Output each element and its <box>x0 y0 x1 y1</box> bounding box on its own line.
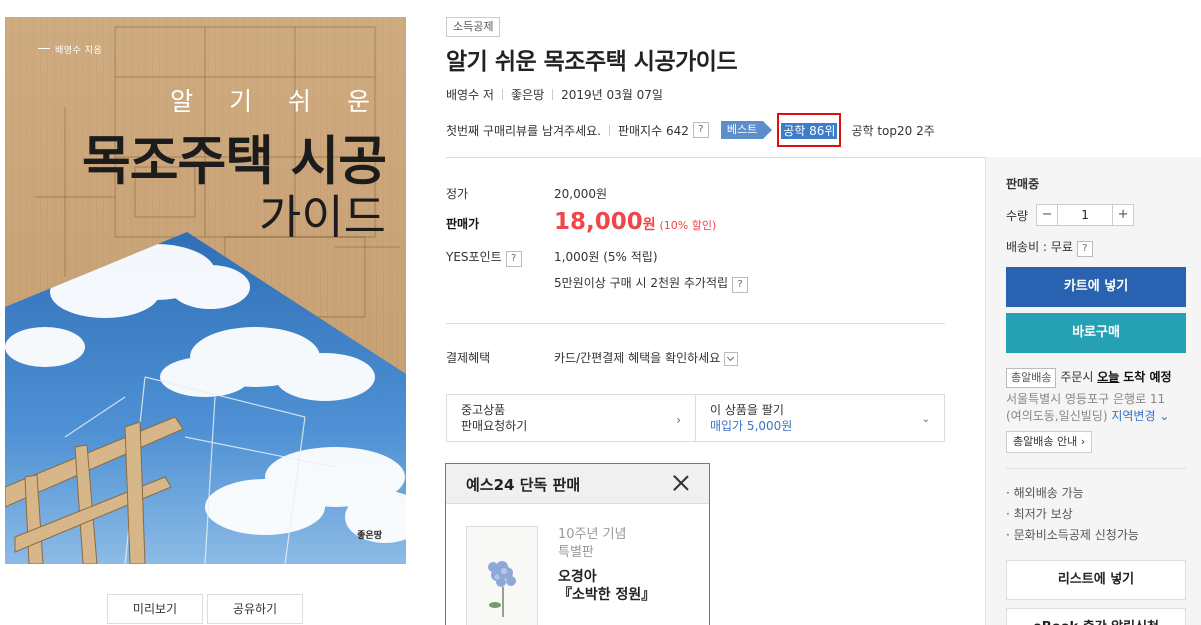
book-title: 알기 쉬운 목조주택 시공가이드 <box>446 49 738 75</box>
express-delivery-chip: 총알배송 <box>1006 368 1057 388</box>
cover-sky-photo <box>5 232 406 564</box>
promo-annotation-1: 10주년 기념 <box>558 527 627 542</box>
category-top20: 공학 top20 2주 <box>851 123 935 138</box>
discount-rate: (10% 할인) <box>659 219 717 232</box>
used-sell-request[interactable]: 중고상품 판매요청하기 › <box>447 395 695 441</box>
delivery-address: 서울특별시 영등포구 은행로 11 (여의도동,일신빌딩) 지역변경 ⌄ <box>1006 391 1191 425</box>
help-icon[interactable]: ? <box>505 251 522 267</box>
benefit-item: · 문화비소득공제 신청가능 <box>1006 528 1139 542</box>
cover-publisher: 좋은땅 <box>357 531 382 541</box>
benefit-item: · 최저가 보상 <box>1006 507 1073 521</box>
payment-value: 카드/간편결제 혜택을 확인하세요 <box>554 351 721 365</box>
add-to-list-button[interactable]: 리스트에 넣기 <box>1006 560 1186 600</box>
review-rank-row: 첫번째 구매리뷰를 남겨주세요. 판매지수 642 ? 베스트 공학 86위 공… <box>446 113 935 147</box>
buy-now-button[interactable]: 바로구매 <box>1006 313 1186 353</box>
promo-book-cover[interactable] <box>466 526 538 625</box>
point-value: 1,000원 (5% 적립) <box>554 250 658 264</box>
delivery-today: 오늘 <box>1097 370 1120 384</box>
share-button[interactable]: 공유하기 <box>207 594 303 624</box>
address-line2: (여의도동,일신빌딩) <box>1006 409 1108 423</box>
payment-benefit-row: 결제혜택 카드/간편결제 혜택을 확인하세요 <box>446 349 739 366</box>
quantity-label: 수량 <box>1006 208 1029 223</box>
quantity-stepper: − 1 + <box>1036 204 1135 226</box>
divider <box>446 323 945 324</box>
category-rank-highlight[interactable]: 공학 86위 <box>777 113 842 147</box>
divider <box>552 89 554 100</box>
chevron-right-icon: › <box>676 413 681 427</box>
list-price-value: 20,000원 <box>554 187 608 201</box>
used-left-line2: 판매요청하기 <box>461 419 528 433</box>
add-to-cart-button[interactable]: 카트에 넣기 <box>1006 267 1186 307</box>
book-meta: 배영수 저 좋은땅 2019년 03월 07일 <box>446 86 663 103</box>
used-right-line1: 이 상품을 팔기 <box>710 403 784 417</box>
promo-annotation-2: 특별판 <box>558 545 594 560</box>
review-prompt-link[interactable]: 첫번째 구매리뷰를 남겨주세요. <box>446 122 601 139</box>
purchase-panel: 판매중 수량 − 1 + 배송비 : 무료? 카트에 넣기 바로구매 총알배송 … <box>985 157 1201 625</box>
publish-date: 2019년 03월 07일 <box>561 88 663 102</box>
shipping-fee: 배송비 : 무료 <box>1006 240 1073 254</box>
sales-index: 판매지수 642 <box>617 123 689 138</box>
chevron-down-icon[interactable] <box>724 351 739 366</box>
guide-label: 총알배송 안내 <box>1013 435 1078 448</box>
benefit-lowest-price: 최저가 보상 <box>1013 507 1073 521</box>
promo-text: 10주년 기념 특별판 오경아 『소박한 정원』 <box>558 526 655 604</box>
divider <box>608 124 610 136</box>
used-left-line1: 중고상품 <box>461 403 506 417</box>
delivery-pre: 주문시 <box>1060 370 1094 384</box>
exclusive-sale-popup: 예스24 단독 판매 10주년 기념 특별판 오경아 『소박한 정원』 <box>445 463 710 625</box>
used-book-box: 중고상품 판매요청하기 › 이 상품을 팔기 매입가 5,000원 ⌄ <box>446 394 945 442</box>
promo-author: 오경아 <box>558 569 597 585</box>
divider <box>501 89 503 100</box>
shipping-fee-row: 배송비 : 무료? <box>1006 238 1093 257</box>
payment-label: 결제혜택 <box>446 351 491 365</box>
quantity-minus-button[interactable]: − <box>1037 205 1057 225</box>
exclusive-title: 예스24 단독 판매 <box>466 476 581 494</box>
hydrangea-illustration <box>488 561 516 617</box>
list-price-label: 정가 <box>446 187 469 201</box>
sell-this-item[interactable]: 이 상품을 팔기 매입가 5,000원 ⌄ <box>695 395 944 441</box>
promo-book-title[interactable]: 『소박한 정원』 <box>558 586 655 604</box>
book-cover-image[interactable]: 배영수 지음 알 기 쉬 운 목조주택 시공 가이드 좋은땅 <box>5 17 406 564</box>
benefit-item: · 해외배송 가능 <box>1006 486 1084 500</box>
extra-point-info: 5만원이상 구매 시 2천원 추가적립 <box>554 276 729 290</box>
delivery-post: 도착 예정 <box>1123 370 1172 384</box>
delivery-estimate: 총알배송 주문시 오늘 도착 예정 <box>1006 368 1172 388</box>
publisher-link[interactable]: 좋은땅 <box>511 86 544 103</box>
help-icon[interactable]: ? <box>732 277 749 293</box>
change-region-link[interactable]: 지역변경 ⌄ <box>1111 409 1169 423</box>
help-icon[interactable]: ? <box>1076 241 1093 257</box>
benefit-overseas: 해외배송 가능 <box>1013 486 1084 500</box>
help-icon[interactable]: ? <box>692 122 709 138</box>
sale-status: 판매중 <box>1006 177 1040 191</box>
category-rank[interactable]: 공학 86위 <box>781 123 838 139</box>
quantity-input[interactable]: 1 <box>1057 205 1114 225</box>
close-icon[interactable] <box>671 473 691 493</box>
point-label: YES포인트 <box>446 250 502 264</box>
ebook-notify-button[interactable]: eBook 출간 알림신청 <box>1006 608 1186 625</box>
author-link[interactable]: 배영수 저 <box>446 86 494 103</box>
buyback-price: 매입가 5,000원 <box>710 419 793 433</box>
change-region-label[interactable]: 지역변경 <box>1111 409 1155 423</box>
chevron-down-icon: ⌄ <box>921 414 930 425</box>
benefit-list: · 해외배송 가능 · 최저가 보상 · 문화비소득공제 신청가능 <box>1006 483 1139 546</box>
quantity-row: 수량 − 1 + <box>1006 204 1135 226</box>
preview-button[interactable]: 미리보기 <box>107 594 203 624</box>
exclusive-header: 예스24 단독 판매 <box>446 464 709 504</box>
deduction-tag: 소득공제 <box>446 17 501 37</box>
divider <box>1006 468 1186 469</box>
benefit-culture-deduction: 문화비소득공제 신청가능 <box>1013 528 1139 542</box>
quantity-plus-button[interactable]: + <box>1113 205 1133 225</box>
address-line1: 서울특별시 영등포구 은행로 11 <box>1006 392 1166 406</box>
best-badge: 베스트 <box>720 121 773 139</box>
divider <box>446 157 986 158</box>
sale-price-amount: 18,000 <box>554 209 643 235</box>
express-delivery-guide-button[interactable]: 총알배송 안내 › <box>1006 431 1093 453</box>
sale-price-unit: 원 <box>642 217 656 233</box>
sale-price-label: 판매가 <box>446 217 480 231</box>
